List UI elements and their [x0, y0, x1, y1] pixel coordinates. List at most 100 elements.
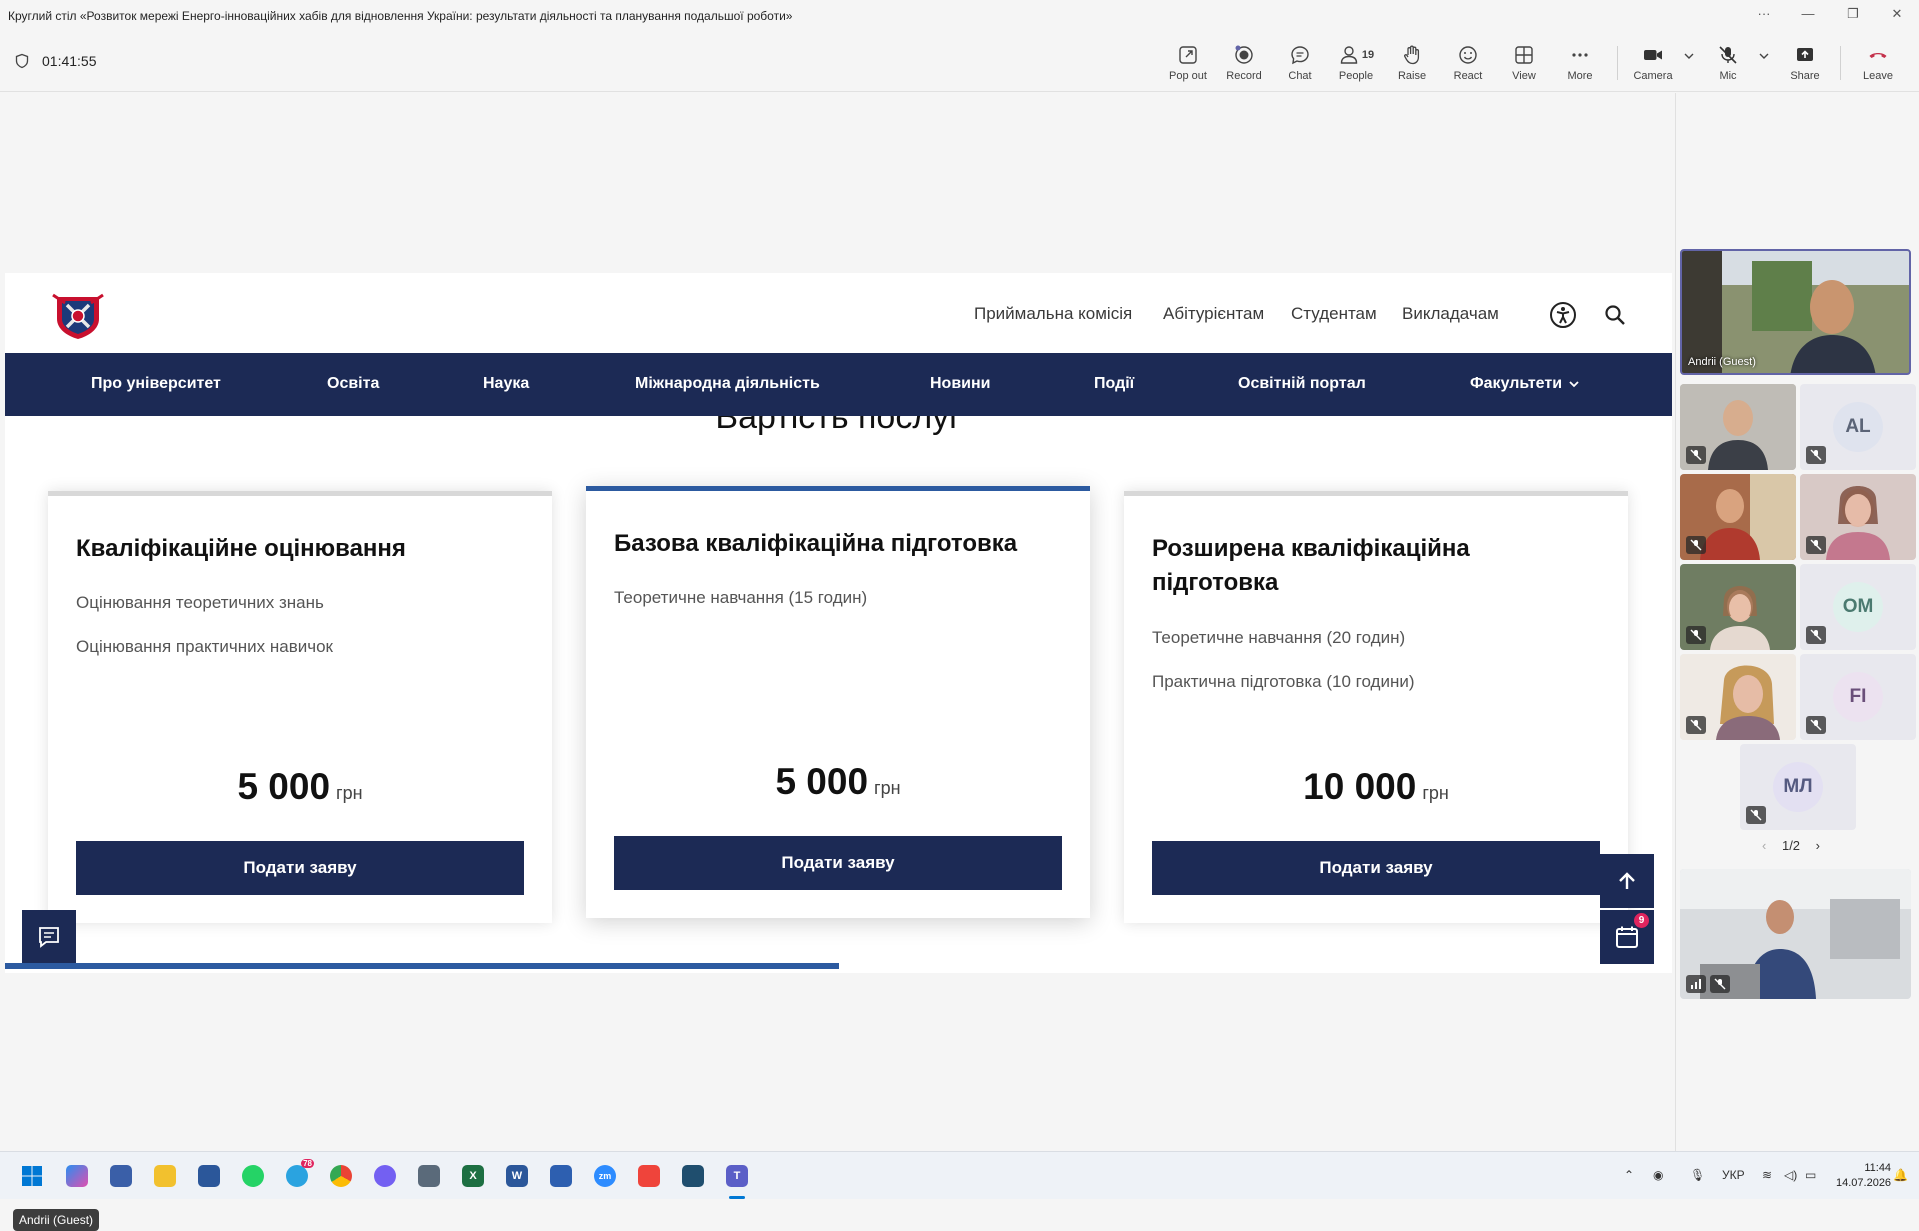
tray-app-icon[interactable]: ◉: [1653, 1168, 1663, 1182]
card-title: Розширена кваліфікаційна підготовка: [1152, 535, 1470, 596]
microphone-icon[interactable]: 🎙: [1690, 1168, 1705, 1182]
mic-options-chevron[interactable]: [1751, 50, 1777, 65]
signal-icon: [1691, 979, 1701, 989]
nav-education[interactable]: Освіта: [327, 375, 379, 393]
people-button[interactable]: 19 People: [1329, 42, 1383, 82]
toolbar-divider: [1617, 46, 1618, 80]
taskbar-excel[interactable]: X: [458, 1161, 488, 1191]
wifi-icon[interactable]: ≋: [1762, 1168, 1772, 1182]
university-logo[interactable]: [51, 289, 105, 341]
mic-off-indicator: [1806, 446, 1826, 464]
nav-international[interactable]: Міжнародна діяльність: [635, 375, 820, 393]
calendar-button[interactable]: 9: [1600, 910, 1654, 964]
taskbar-chrome[interactable]: [326, 1161, 356, 1191]
taskbar-explorer[interactable]: [150, 1161, 180, 1191]
chevron-right-icon[interactable]: ›: [1816, 838, 1820, 853]
nav-science[interactable]: Наука: [483, 375, 529, 393]
feedback-button[interactable]: [22, 910, 76, 964]
apply-button[interactable]: Подати заяву: [1152, 841, 1600, 895]
taskbar-app[interactable]: [194, 1161, 224, 1191]
taskbar-app[interactable]: [106, 1161, 136, 1191]
avatar-tile[interactable]: AL: [1800, 384, 1916, 470]
pricing-card-basic: Базова кваліфікаційна підготовка Теорети…: [586, 486, 1090, 918]
share-icon: [1797, 48, 1813, 61]
chat-button[interactable]: Chat: [1273, 42, 1327, 82]
mic-off-indicator: [1686, 626, 1706, 644]
ellipsis-icon[interactable]: ···: [1754, 6, 1774, 21]
card-price: 5 000 грн: [48, 766, 552, 808]
battery-icon[interactable]: ▭: [1805, 1168, 1816, 1182]
computer-icon: [110, 1165, 132, 1187]
leave-button[interactable]: Leave: [1851, 42, 1905, 82]
nav-students[interactable]: Студентам: [1291, 304, 1377, 324]
taskbar-zoom[interactable]: zm: [590, 1161, 620, 1191]
nav-about[interactable]: Про університет: [91, 375, 221, 393]
nav-portal[interactable]: Освітній портал: [1238, 375, 1366, 393]
avatar-tile[interactable]: OM: [1800, 564, 1916, 650]
taskbar-copilot[interactable]: [62, 1161, 92, 1191]
nav-news[interactable]: Новини: [930, 375, 991, 393]
price-value: 5 000: [237, 766, 331, 807]
notification-icon[interactable]: 🔔: [1893, 1168, 1908, 1182]
nav-events[interactable]: Події: [1094, 375, 1134, 393]
chevron-left-icon[interactable]: ‹: [1762, 838, 1766, 853]
minimize-icon[interactable]: —: [1798, 6, 1818, 21]
apply-button[interactable]: Подати заяву: [76, 841, 524, 895]
react-button[interactable]: React: [1441, 42, 1495, 82]
mic-button[interactable]: Mic: [1701, 42, 1755, 82]
taskbar-viber[interactable]: [370, 1161, 400, 1191]
video-tile[interactable]: [1680, 654, 1796, 740]
anydesk-icon: [638, 1165, 660, 1187]
accessibility-icon[interactable]: [1549, 301, 1577, 329]
raise-hand-button[interactable]: Raise: [1385, 42, 1439, 82]
mic-off-indicator: [1746, 806, 1766, 824]
mic-off-indicator: [1710, 975, 1730, 993]
nav-admissions[interactable]: Приймальна комісія: [974, 304, 1132, 324]
avatar-tile[interactable]: FI: [1800, 654, 1916, 740]
hangup-icon: [1869, 53, 1887, 58]
restore-icon[interactable]: ❐: [1843, 6, 1863, 22]
close-icon[interactable]: ✕: [1887, 6, 1907, 22]
video-tile[interactable]: [1680, 384, 1796, 470]
chat-icon: [1291, 46, 1309, 65]
camera-button[interactable]: Camera: [1626, 42, 1680, 82]
viber-icon: [374, 1165, 396, 1187]
video-tile[interactable]: [1680, 474, 1796, 560]
apply-button[interactable]: Подати заяву: [614, 836, 1062, 890]
self-view-tile[interactable]: [1680, 869, 1911, 999]
nav-applicants[interactable]: Абітурієнтам: [1163, 304, 1264, 324]
taskbar-anydesk[interactable]: [634, 1161, 664, 1191]
start-button[interactable]: [17, 1161, 47, 1191]
scroll-top-button[interactable]: [1600, 854, 1654, 908]
save-icon: [198, 1165, 220, 1187]
nav-teachers[interactable]: Викладачам: [1402, 304, 1499, 324]
taskbar-teams[interactable]: T: [722, 1161, 752, 1191]
record-button[interactable]: Record: [1217, 42, 1271, 82]
view-button[interactable]: View: [1497, 42, 1551, 82]
nav-faculties[interactable]: Факультети: [1470, 375, 1580, 393]
chevron-up-icon[interactable]: ⌃: [1624, 1168, 1634, 1182]
share-button[interactable]: Share: [1778, 42, 1832, 82]
clock[interactable]: 11:44 14.07.2026: [1836, 1161, 1891, 1191]
video-tile-active-speaker[interactable]: Andrii (Guest): [1680, 249, 1911, 375]
volume-icon[interactable]: ◁): [1784, 1168, 1797, 1182]
language-indicator[interactable]: УКР: [1722, 1168, 1745, 1182]
avatar-tile[interactable]: МЛ: [1740, 744, 1856, 830]
taskbar-whatsapp[interactable]: [238, 1161, 268, 1191]
more-button[interactable]: More: [1553, 42, 1607, 82]
taskbar-app[interactable]: [546, 1161, 576, 1191]
popout-button[interactable]: Pop out: [1161, 42, 1215, 82]
camera-options-chevron[interactable]: [1676, 50, 1702, 65]
taskbar-word[interactable]: W: [502, 1161, 532, 1191]
video-tile[interactable]: [1680, 564, 1796, 650]
telegram-badge: 78: [301, 1159, 314, 1168]
video-tile[interactable]: [1800, 474, 1916, 560]
teams-icon: T: [726, 1165, 748, 1187]
pricing-card-extended: Розширена кваліфікаційна підготовка Теор…: [1124, 491, 1628, 923]
grid-icon: [1515, 46, 1533, 64]
search-icon[interactable]: [1604, 304, 1626, 326]
taskbar-telegram[interactable]: 78: [282, 1159, 314, 1191]
taskbar-app[interactable]: [678, 1161, 708, 1191]
taskbar-calculator[interactable]: [414, 1161, 444, 1191]
windows-icon: [22, 1166, 42, 1186]
